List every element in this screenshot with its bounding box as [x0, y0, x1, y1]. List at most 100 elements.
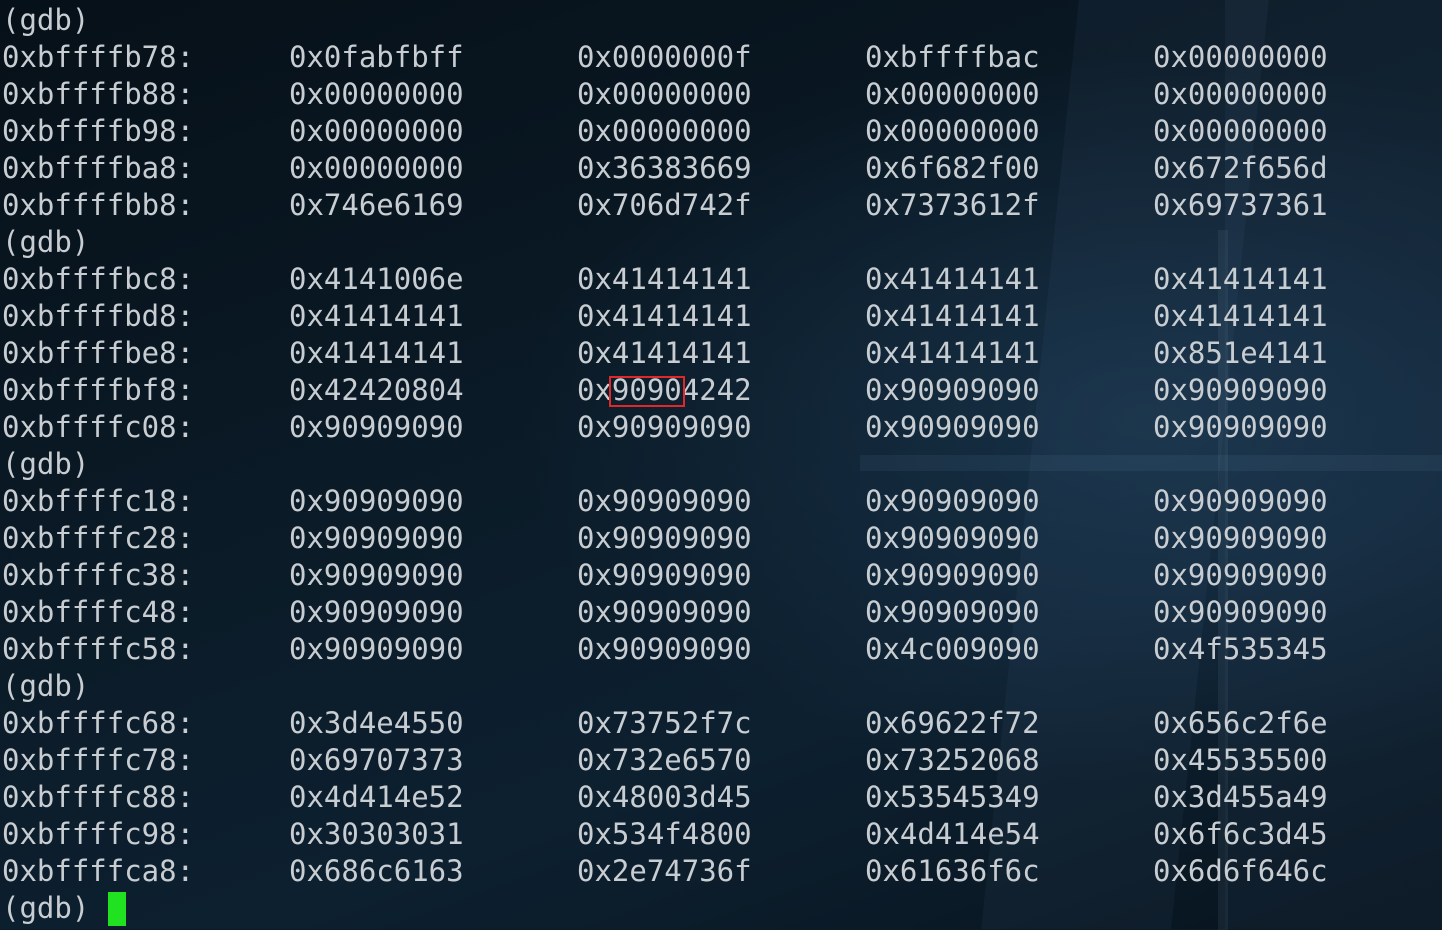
- memory-word: 0x4141006e: [289, 262, 464, 296]
- memory-word: 0x534f4800: [577, 817, 752, 851]
- memory-word: 0x41414141: [577, 299, 752, 333]
- memory-word: 0x90909090: [577, 595, 752, 629]
- memory-row: 0xbffffc88: 0x4d414e52 0x48003d45 0x5354534…: [0, 779, 1442, 816]
- memory-row: 0xbffffca8: 0x686c6163 0x2e74736f 0x61636f6…: [0, 853, 1442, 890]
- memory-word: 0x2e74736f: [577, 854, 752, 888]
- memory-word: 0x53545349: [865, 780, 1040, 814]
- memory-row: 0xbffffc08: 0x90909090 0x90909090 0x9090909…: [0, 409, 1442, 446]
- memory-address: 0xbffffc38:: [2, 558, 195, 592]
- memory-word: 0x41414141: [865, 336, 1040, 370]
- memory-row: 0xbffffc58: 0x90909090 0x90909090 0x4c00909…: [0, 631, 1442, 668]
- memory-word: 0x00000000: [865, 77, 1040, 111]
- memory-word: 0x6f682f00: [865, 151, 1040, 185]
- memory-row: 0xbffffb98: 0x00000000 0x00000000 0x0000000…: [0, 113, 1442, 150]
- memory-word: 0x61636f6c: [865, 854, 1040, 888]
- gdb-prompt: (gdb): [2, 891, 90, 925]
- gdb-prompt: (gdb): [2, 3, 90, 37]
- memory-address: 0xbffffc18:: [2, 484, 195, 518]
- memory-word: 0x7373612f: [865, 188, 1040, 222]
- memory-address: 0xbffffc78:: [2, 743, 195, 777]
- memory-address: 0xbffffc08:: [2, 410, 195, 444]
- memory-address: 0xbffffbf8:: [2, 373, 195, 407]
- memory-address: 0xbffffba8:: [2, 151, 195, 185]
- memory-word: 0x90909090: [577, 558, 752, 592]
- memory-row: 0xbffffc38: 0x90909090 0x90909090 0x9090909…: [0, 557, 1442, 594]
- memory-row: 0xbffffc18: 0x90909090 0x90909090 0x9090909…: [0, 483, 1442, 520]
- memory-word: 0xbffffbac: [865, 40, 1040, 74]
- memory-row: 0xbffffc78: 0x69707373 0x732e6570 0x7325206…: [0, 742, 1442, 779]
- memory-address: 0xbffffb78:: [2, 40, 195, 74]
- memory-word: 0x0fabfbff: [289, 40, 464, 74]
- memory-word: 0x90909090: [1153, 410, 1328, 444]
- memory-address: 0xbffffc28:: [2, 521, 195, 555]
- memory-word: 0x6d6f646c: [1153, 854, 1328, 888]
- memory-word: 0x69622f72: [865, 706, 1040, 740]
- memory-word: 0x4f535345: [1153, 632, 1328, 666]
- memory-word: 0x746e6169: [289, 188, 464, 222]
- memory-word: 0x41414141: [865, 262, 1040, 296]
- gdb-prompt-line: (gdb): [0, 668, 1442, 705]
- memory-word: 0x90909090: [289, 484, 464, 518]
- memory-word: 0x41414141: [1153, 262, 1328, 296]
- memory-row: 0xbffffbc8: 0x4141006e 0x41414141 0x4141414…: [0, 261, 1442, 298]
- terminal-cursor: [108, 892, 126, 926]
- memory-word: 0x3d455a49: [1153, 780, 1328, 814]
- memory-word: 0x90909090: [865, 373, 1040, 407]
- memory-word: 0x00000000: [289, 114, 464, 148]
- memory-word: 0x73752f7c: [577, 706, 752, 740]
- memory-row: 0xbffffc28: 0x90909090 0x90909090 0x9090909…: [0, 520, 1442, 557]
- memory-word: 0x00000000: [289, 77, 464, 111]
- memory-row: 0xbffffbd8: 0x41414141 0x41414141 0x4141414…: [0, 298, 1442, 335]
- gdb-prompt: (gdb): [2, 669, 90, 703]
- memory-word: 0x69707373: [289, 743, 464, 777]
- memory-word: 0x90909090: [289, 558, 464, 592]
- memory-word: 0x4d414e54: [865, 817, 1040, 851]
- memory-word: 0x90909090: [289, 632, 464, 666]
- memory-word: 0x00000000: [577, 114, 752, 148]
- memory-word: 0x90909090: [865, 484, 1040, 518]
- memory-row: 0xbffffb78: 0x0fabfbff 0x0000000f 0xbffffba…: [0, 39, 1442, 76]
- memory-word: 0x00000000: [1153, 40, 1328, 74]
- gdb-prompt-line: (gdb): [0, 890, 1442, 927]
- memory-word: 0x41414141: [289, 336, 464, 370]
- memory-row: 0xbffffc98: 0x30303031 0x534f4800 0x4d414e5…: [0, 816, 1442, 853]
- memory-word: 0x732e6570: [577, 743, 752, 777]
- memory-word: 0x41414141: [577, 336, 752, 370]
- memory-row: 0xbffffbe8: 0x41414141 0x41414141 0x4141414…: [0, 335, 1442, 372]
- memory-word: 0x6f6c3d45: [1153, 817, 1328, 851]
- memory-word: 0x90909090: [1153, 373, 1328, 407]
- memory-word: 0x90909090: [1153, 521, 1328, 555]
- memory-word: 0x00000000: [865, 114, 1040, 148]
- memory-word: 0x90909090: [865, 595, 1040, 629]
- memory-address: 0xbffffc98:: [2, 817, 195, 851]
- highlight-box: [609, 376, 685, 407]
- memory-address: 0xbffffbb8:: [2, 188, 195, 222]
- memory-address: 0xbffffc58:: [2, 632, 195, 666]
- memory-word: 0x90909090: [577, 521, 752, 555]
- memory-word: 0x41414141: [1153, 299, 1328, 333]
- memory-word: 0x00000000: [1153, 77, 1328, 111]
- memory-word: 0x90909090: [289, 410, 464, 444]
- memory-word: 0x42420804: [289, 373, 464, 407]
- memory-word: 0x69737361: [1153, 188, 1328, 222]
- memory-row: 0xbffffb88: 0x00000000 0x00000000 0x0000000…: [0, 76, 1442, 113]
- memory-row: 0xbffffba8: 0x00000000 0x36383669 0x6f682f0…: [0, 150, 1442, 187]
- gdb-prompt-line: (gdb): [0, 446, 1442, 483]
- memory-address: 0xbffffbc8:: [2, 262, 195, 296]
- memory-word: 0x41414141: [577, 262, 752, 296]
- memory-address: 0xbffffb98:: [2, 114, 195, 148]
- memory-word: 0x90909090: [865, 410, 1040, 444]
- memory-address: 0xbffffbd8:: [2, 299, 195, 333]
- memory-word: 0x4d414e52: [289, 780, 464, 814]
- gdb-prompt-line: (gdb): [0, 2, 1442, 39]
- memory-address: 0xbffffbe8:: [2, 336, 195, 370]
- memory-word: 0x686c6163: [289, 854, 464, 888]
- memory-address: 0xbffffc48:: [2, 595, 195, 629]
- memory-word: 0x41414141: [865, 299, 1040, 333]
- memory-word: 0x30303031: [289, 817, 464, 851]
- memory-word: 0x4c009090: [865, 632, 1040, 666]
- memory-address: 0xbffffc68:: [2, 706, 195, 740]
- gdb-terminal[interactable]: (gdb) 0xbffffb78: 0x0fabfbff 0x0000000f 0xbf…: [0, 0, 1442, 929]
- memory-word: 0x45535500: [1153, 743, 1328, 777]
- memory-word: 0x90909090: [865, 558, 1040, 592]
